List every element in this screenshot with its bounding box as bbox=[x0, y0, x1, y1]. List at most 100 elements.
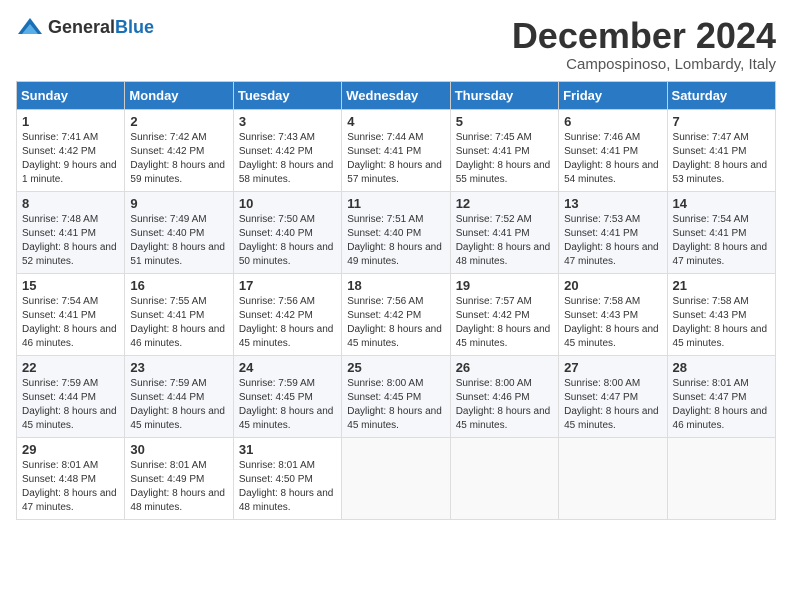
day-number: 16 bbox=[130, 278, 227, 293]
day-number: 19 bbox=[456, 278, 553, 293]
day-number: 5 bbox=[456, 114, 553, 129]
weekday-header-row: SundayMondayTuesdayWednesdayThursdayFrid… bbox=[17, 81, 776, 109]
location-title: Campospinoso, Lombardy, Italy bbox=[512, 56, 776, 73]
day-info: Sunrise: 8:01 AMSunset: 4:49 PMDaylight:… bbox=[130, 459, 227, 515]
day-number: 24 bbox=[239, 360, 336, 375]
day-info: Sunrise: 7:59 AMSunset: 4:44 PMDaylight:… bbox=[130, 377, 227, 433]
month-title: December 2024 bbox=[512, 16, 776, 56]
day-number: 29 bbox=[22, 442, 119, 457]
day-info: Sunrise: 7:59 AMSunset: 4:44 PMDaylight:… bbox=[22, 377, 119, 433]
calendar-cell bbox=[667, 437, 775, 519]
calendar-cell: 21 Sunrise: 7:58 AMSunset: 4:43 PMDayligh… bbox=[667, 273, 775, 355]
day-info: Sunrise: 7:48 AMSunset: 4:41 PMDaylight:… bbox=[22, 213, 119, 269]
day-info: Sunrise: 8:01 AMSunset: 4:47 PMDaylight:… bbox=[673, 377, 770, 433]
calendar-cell bbox=[450, 437, 558, 519]
calendar-week-row: 15Sunrise: 7:54 AMSunset: 4:41 PMDayligh… bbox=[17, 273, 776, 355]
calendar-table: SundayMondayTuesdayWednesdayThursdayFrid… bbox=[16, 81, 776, 520]
day-number: 4 bbox=[347, 114, 444, 129]
day-info: Sunrise: 8:00 AMSunset: 4:45 PMDaylight:… bbox=[347, 377, 444, 433]
logo: GeneralBlue bbox=[16, 16, 154, 38]
day-number: 21 bbox=[673, 278, 770, 293]
calendar-cell: 16 Sunrise: 7:55 AMSunset: 4:41 PMDayligh… bbox=[125, 273, 233, 355]
day-number: 15 bbox=[22, 278, 119, 293]
calendar-cell: 26Sunrise: 8:00 AMSunset: 4:46 PMDayligh… bbox=[450, 355, 558, 437]
calendar-cell: 25 Sunrise: 8:00 AMSunset: 4:45 PMDayligh… bbox=[342, 355, 450, 437]
day-info: Sunrise: 7:56 AMSunset: 4:42 PMDaylight:… bbox=[347, 295, 444, 351]
weekday-header-monday: Monday bbox=[125, 81, 233, 109]
weekday-header-tuesday: Tuesday bbox=[233, 81, 341, 109]
calendar-cell: 11 Sunrise: 7:51 AMSunset: 4:40 PMDayligh… bbox=[342, 191, 450, 273]
weekday-header-thursday: Thursday bbox=[450, 81, 558, 109]
day-info: Sunrise: 7:43 AMSunset: 4:42 PMDaylight:… bbox=[239, 131, 336, 187]
calendar-week-row: 22 Sunrise: 7:59 AMSunset: 4:44 PMDayligh… bbox=[17, 355, 776, 437]
logo-text-blue: Blue bbox=[115, 17, 154, 37]
day-info: Sunrise: 7:50 AMSunset: 4:40 PMDaylight:… bbox=[239, 213, 336, 269]
day-info: Sunrise: 7:42 AMSunset: 4:42 PMDaylight:… bbox=[130, 131, 227, 187]
day-number: 22 bbox=[22, 360, 119, 375]
calendar-cell: 8 Sunrise: 7:48 AMSunset: 4:41 PMDaylight… bbox=[17, 191, 125, 273]
day-info: Sunrise: 7:56 AMSunset: 4:42 PMDaylight:… bbox=[239, 295, 336, 351]
calendar-cell: 10 Sunrise: 7:50 AMSunset: 4:40 PMDayligh… bbox=[233, 191, 341, 273]
day-info: Sunrise: 7:46 AMSunset: 4:41 PMDaylight:… bbox=[564, 131, 661, 187]
day-number: 2 bbox=[130, 114, 227, 129]
calendar-cell: 15Sunrise: 7:54 AMSunset: 4:41 PMDayligh… bbox=[17, 273, 125, 355]
calendar-cell: 28 Sunrise: 8:01 AMSunset: 4:47 PMDayligh… bbox=[667, 355, 775, 437]
calendar-cell: 20 Sunrise: 7:58 AMSunset: 4:43 PMDayligh… bbox=[559, 273, 667, 355]
calendar-week-row: 1 Sunrise: 7:41 AMSunset: 4:42 PMDaylight… bbox=[17, 109, 776, 191]
calendar-cell: 19 Sunrise: 7:57 AMSunset: 4:42 PMDayligh… bbox=[450, 273, 558, 355]
calendar-cell: 23Sunrise: 7:59 AMSunset: 4:44 PMDayligh… bbox=[125, 355, 233, 437]
day-number: 13 bbox=[564, 196, 661, 211]
calendar-cell: 24 Sunrise: 7:59 AMSunset: 4:45 PMDayligh… bbox=[233, 355, 341, 437]
day-number: 10 bbox=[239, 196, 336, 211]
day-info: Sunrise: 7:53 AMSunset: 4:41 PMDaylight:… bbox=[564, 213, 661, 269]
day-info: Sunrise: 7:51 AMSunset: 4:40 PMDaylight:… bbox=[347, 213, 444, 269]
logo-text-general: General bbox=[48, 17, 115, 37]
day-number: 7 bbox=[673, 114, 770, 129]
day-info: Sunrise: 8:00 AMSunset: 4:47 PMDaylight:… bbox=[564, 377, 661, 433]
day-info: Sunrise: 7:55 AMSunset: 4:41 PMDaylight:… bbox=[130, 295, 227, 351]
calendar-week-row: 29Sunrise: 8:01 AMSunset: 4:48 PMDayligh… bbox=[17, 437, 776, 519]
day-number: 6 bbox=[564, 114, 661, 129]
calendar-cell: 3 Sunrise: 7:43 AMSunset: 4:42 PMDaylight… bbox=[233, 109, 341, 191]
day-info: Sunrise: 7:58 AMSunset: 4:43 PMDaylight:… bbox=[673, 295, 770, 351]
day-number: 12 bbox=[456, 196, 553, 211]
calendar-week-row: 8 Sunrise: 7:48 AMSunset: 4:41 PMDaylight… bbox=[17, 191, 776, 273]
day-info: Sunrise: 8:00 AMSunset: 4:46 PMDaylight:… bbox=[456, 377, 553, 433]
day-info: Sunrise: 7:57 AMSunset: 4:42 PMDaylight:… bbox=[456, 295, 553, 351]
day-number: 17 bbox=[239, 278, 336, 293]
day-number: 9 bbox=[130, 196, 227, 211]
day-number: 3 bbox=[239, 114, 336, 129]
day-info: Sunrise: 8:01 AMSunset: 4:50 PMDaylight:… bbox=[239, 459, 336, 515]
day-info: Sunrise: 7:45 AMSunset: 4:41 PMDaylight:… bbox=[456, 131, 553, 187]
day-info: Sunrise: 7:41 AMSunset: 4:42 PMDaylight:… bbox=[22, 131, 119, 187]
day-number: 25 bbox=[347, 360, 444, 375]
calendar-cell: 18Sunrise: 7:56 AMSunset: 4:42 PMDayligh… bbox=[342, 273, 450, 355]
weekday-header-friday: Friday bbox=[559, 81, 667, 109]
calendar-cell: 12 Sunrise: 7:52 AMSunset: 4:41 PMDayligh… bbox=[450, 191, 558, 273]
day-number: 1 bbox=[22, 114, 119, 129]
title-area: December 2024 Campospinoso, Lombardy, It… bbox=[512, 16, 776, 73]
day-number: 11 bbox=[347, 196, 444, 211]
day-number: 14 bbox=[673, 196, 770, 211]
day-number: 8 bbox=[22, 196, 119, 211]
calendar-cell bbox=[559, 437, 667, 519]
day-number: 31 bbox=[239, 442, 336, 457]
day-info: Sunrise: 7:58 AMSunset: 4:43 PMDaylight:… bbox=[564, 295, 661, 351]
day-number: 20 bbox=[564, 278, 661, 293]
weekday-header-wednesday: Wednesday bbox=[342, 81, 450, 109]
calendar-cell: 2 Sunrise: 7:42 AMSunset: 4:42 PMDaylight… bbox=[125, 109, 233, 191]
day-info: Sunrise: 7:52 AMSunset: 4:41 PMDaylight:… bbox=[456, 213, 553, 269]
logo-icon bbox=[16, 16, 44, 38]
day-number: 27 bbox=[564, 360, 661, 375]
calendar-cell: 17 Sunrise: 7:56 AMSunset: 4:42 PMDayligh… bbox=[233, 273, 341, 355]
calendar-cell: 9 Sunrise: 7:49 AMSunset: 4:40 PMDaylight… bbox=[125, 191, 233, 273]
calendar-cell: 4 Sunrise: 7:44 AMSunset: 4:41 PMDaylight… bbox=[342, 109, 450, 191]
day-number: 30 bbox=[130, 442, 227, 457]
day-number: 28 bbox=[673, 360, 770, 375]
day-info: Sunrise: 7:59 AMSunset: 4:45 PMDaylight:… bbox=[239, 377, 336, 433]
day-info: Sunrise: 7:49 AMSunset: 4:40 PMDaylight:… bbox=[130, 213, 227, 269]
calendar-cell: 1 Sunrise: 7:41 AMSunset: 4:42 PMDaylight… bbox=[17, 109, 125, 191]
day-info: Sunrise: 7:44 AMSunset: 4:41 PMDaylight:… bbox=[347, 131, 444, 187]
day-info: Sunrise: 7:47 AMSunset: 4:41 PMDaylight:… bbox=[673, 131, 770, 187]
calendar-cell: 13 Sunrise: 7:53 AMSunset: 4:41 PMDayligh… bbox=[559, 191, 667, 273]
